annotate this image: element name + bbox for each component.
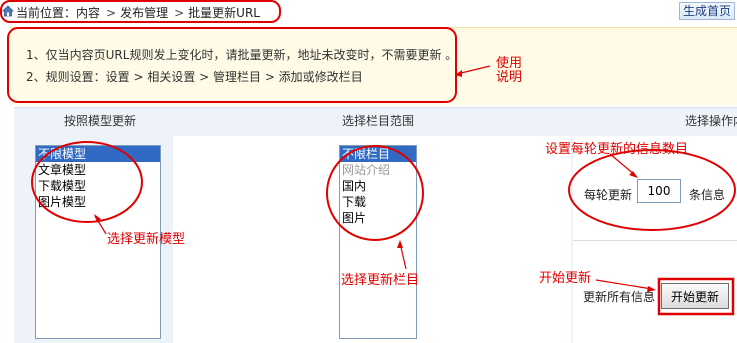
model-column-header: 按照模型更新 xyxy=(64,114,137,128)
home-icon xyxy=(2,5,14,17)
category-option-site-intro: 网站介绍 xyxy=(342,163,391,177)
breadcrumb-item-batch-url[interactable]: 批量更新URL xyxy=(188,6,260,20)
divider xyxy=(573,240,737,241)
action-column-header: 选择操作内 xyxy=(685,114,737,128)
update-all-label: 更新所有信息 xyxy=(583,290,656,304)
per-round-unit: 条信息 xyxy=(689,188,726,202)
instructions-box: 1、仅当内容页URL规则发上变化时，请批量更新，地址未改变时，不需要更新 。 2… xyxy=(9,27,737,105)
generate-homepage-button[interactable]: 生成首页 xyxy=(679,2,735,20)
breadcrumb-item-content[interactable]: 内容 xyxy=(76,6,100,20)
select-category-annotation: 选择更新栏目 xyxy=(341,273,420,288)
instruction-line-2: 2、规则设置：设置 > 相关设置 > 管理栏目 > 添加或修改栏目 xyxy=(26,70,363,84)
model-option-download[interactable]: 下载模型 xyxy=(36,178,160,194)
start-update-button[interactable]: 开始更新 xyxy=(661,283,729,309)
category-option-download[interactable]: 下载 xyxy=(340,194,416,210)
breadcrumb: 当前位置：内容 > 发布管理 > 批量更新URL xyxy=(16,4,260,21)
category-option-image[interactable]: 图片 xyxy=(340,210,416,226)
model-option-all[interactable]: 不限模型 xyxy=(36,146,160,162)
breadcrumb-item-publish[interactable]: 发布管理 xyxy=(120,6,168,20)
category-option-all[interactable]: 不限栏目 xyxy=(340,146,416,162)
per-round-label: 每轮更新 xyxy=(584,188,633,202)
per-round-count-input[interactable] xyxy=(637,179,681,203)
category-select-list[interactable]: 不限栏目 网站介绍 国内 下载 图片 xyxy=(339,145,417,339)
category-option-domestic[interactable]: 国内 xyxy=(340,178,416,194)
usage-annotation: 使用 说明 xyxy=(496,56,523,85)
model-option-image[interactable]: 图片模型 xyxy=(36,194,160,210)
breadcrumb-separator: > xyxy=(174,6,185,20)
breadcrumb-separator: > xyxy=(106,6,117,20)
category-column-header: 选择栏目范围 xyxy=(342,114,415,128)
set-count-annotation: 设置每轮更新的信息数目 xyxy=(545,142,689,157)
top-bar: 当前位置：内容 > 发布管理 > 批量更新URL 生成首页 xyxy=(0,0,737,24)
model-option-article[interactable]: 文章模型 xyxy=(36,162,160,178)
instruction-line-1: 1、仅当内容页URL规则发上变化时，请批量更新，地址未改变时，不需要更新 。 xyxy=(26,48,458,62)
start-update-annotation: 开始更新 xyxy=(539,271,592,286)
select-model-annotation: 选择更新模型 xyxy=(107,232,186,247)
breadcrumb-prefix: 当前位置： xyxy=(16,6,77,20)
